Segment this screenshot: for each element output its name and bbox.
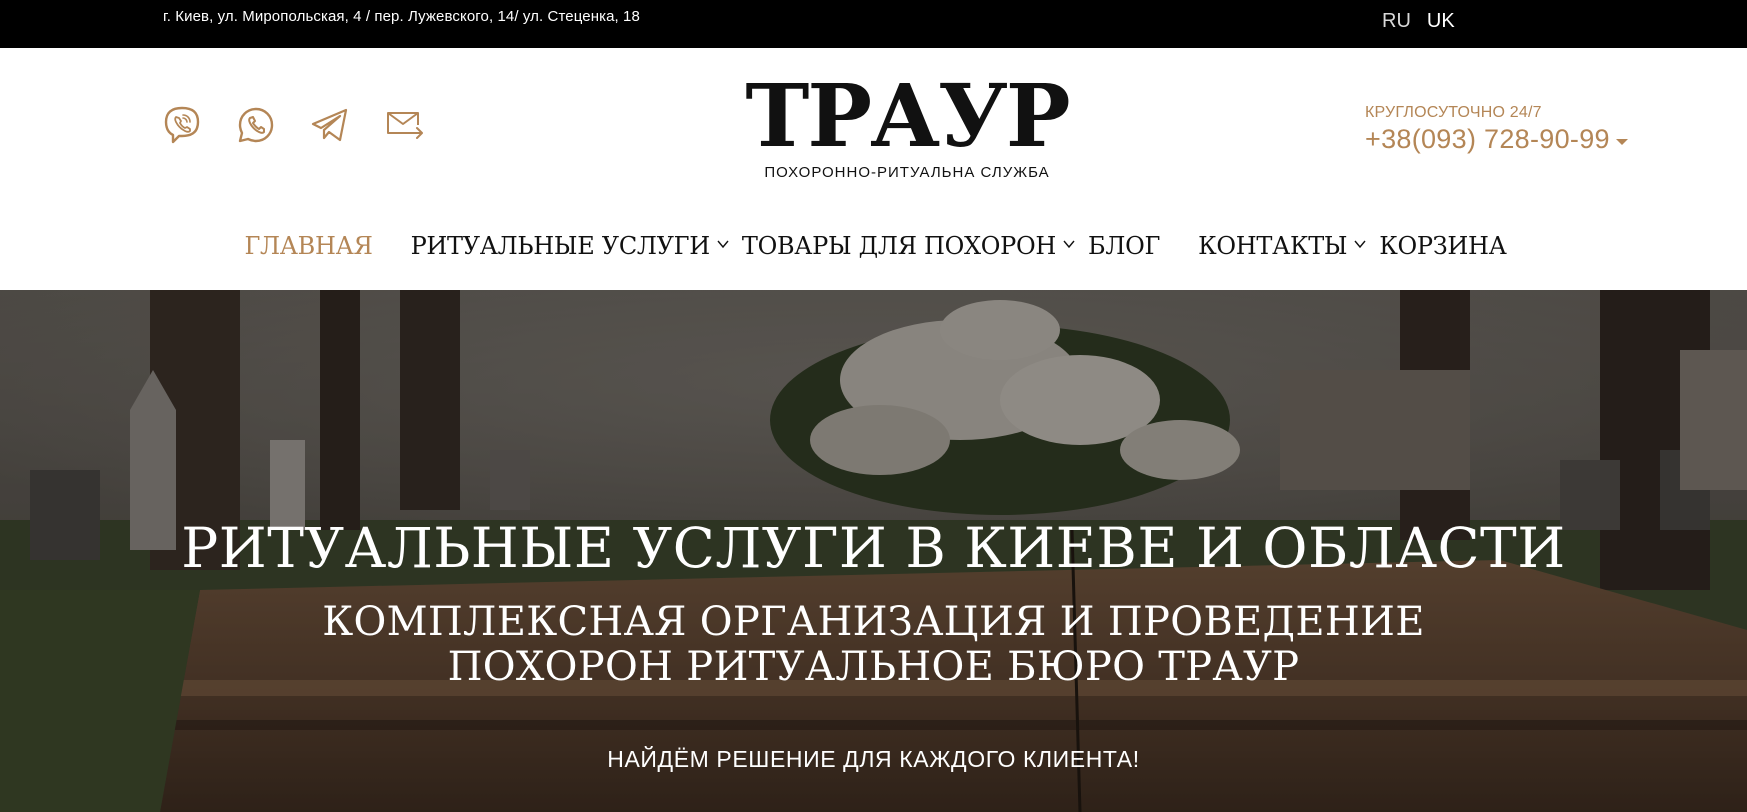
hero-subtitle-line: КОМПЛЕКСНАЯ ОРГАНИЗАЦИЯ И ПРОВЕДЕНИЕ [322, 599, 1425, 645]
phone-link[interactable]: +38(093) 728-90-99 [1365, 124, 1610, 155]
nav-item-contacts[interactable]: КОНТАКТЫ [1198, 232, 1367, 260]
contact-block: КРУГЛОСУТОЧНО 24/7 +38(093) 728-90-99 [1365, 104, 1628, 155]
main-nav: ГЛАВНАЯ РИТУАЛЬНЫЕ УСЛУГИ ТОВАРЫ ДЛЯ ПОХ… [0, 232, 1747, 260]
hero-title: РИТУАЛЬНЫЕ УСЛУГИ В КИЕВЕ И ОБЛАСТИ [181, 516, 1566, 580]
site-header: ТРАУР ПОХОРОННО-РИТУАЛЬНА СЛУЖБА КРУГЛОС… [0, 48, 1747, 290]
social-links [162, 105, 424, 145]
hero-subtitle: КОМПЛЕКСНАЯ ОРГАНИЗАЦИЯ И ПРОВЕДЕНИЕ ПОХ… [0, 600, 1747, 690]
nav-item-label: ТОВАРЫ ДЛЯ ПОХОРОН [741, 232, 1057, 260]
logo-wordmark: ТРАУР [745, 66, 1070, 167]
nav-item-label: БЛОГ [1088, 232, 1161, 260]
nav-item-home[interactable]: ГЛАВНАЯ [244, 232, 372, 260]
nav-item-label: КОРЗИНА [1379, 232, 1507, 260]
chevron-down-icon [717, 240, 729, 249]
nav-item-blog[interactable]: БЛОГ [1088, 232, 1160, 260]
phone-dropdown-caret-icon[interactable] [1615, 138, 1628, 145]
hero-note: НАЙДЁМ РЕШЕНИЕ ДЛЯ КАЖДОГО КЛИЕНТА! [607, 746, 1140, 772]
viber-icon[interactable] [162, 105, 202, 145]
phone-row: +38(093) 728-90-99 [1365, 124, 1628, 155]
hours-label: КРУГЛОСУТОЧНО 24/7 [1365, 104, 1542, 121]
lang-uk-link[interactable]: UK [1427, 10, 1455, 33]
hero-banner: РИТУАЛЬНЫЕ УСЛУГИ В КИЕВЕ И ОБЛАСТИ КОМП… [0, 290, 1747, 812]
lang-ru-link[interactable]: RU [1382, 10, 1411, 33]
telegram-icon[interactable] [310, 105, 350, 145]
address-text: г. Киев, ул. Миропольская, 4 / пер. Луже… [163, 8, 640, 25]
nav-item-label: РИТУАЛЬНЫЕ УСЛУГИ [410, 232, 711, 260]
nav-item-label: ГЛАВНАЯ [244, 232, 373, 260]
nav-item-label: КОНТАКТЫ [1198, 232, 1348, 260]
hero-subtitle-line: ПОХОРОН РИТУАЛЬНОЕ БЮРО ТРАУР [447, 644, 1300, 690]
chevron-down-icon [1354, 240, 1366, 249]
nav-item-ritual-services[interactable]: РИТУАЛЬНЫЕ УСЛУГИ [411, 232, 730, 260]
email-icon[interactable] [384, 105, 424, 145]
whatsapp-icon[interactable] [236, 105, 276, 145]
nav-item-cart[interactable]: КОРЗИНА [1379, 232, 1507, 260]
chevron-down-icon [1063, 240, 1075, 249]
logo[interactable]: ТРАУР ПОХОРОННО-РИТУАЛЬНА СЛУЖБА [740, 66, 1074, 182]
language-switcher: RU UK [1382, 10, 1455, 33]
nav-item-funeral-goods[interactable]: ТОВАРЫ ДЛЯ ПОХОРОН [742, 232, 1076, 260]
top-bar: г. Киев, ул. Миропольская, 4 / пер. Луже… [0, 0, 1747, 48]
